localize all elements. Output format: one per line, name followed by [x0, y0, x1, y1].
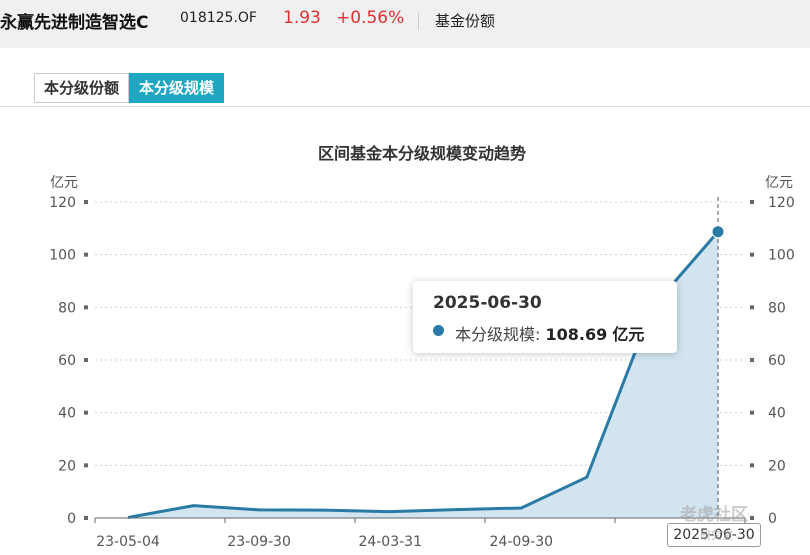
y-tick-label-left: 40 [58, 406, 76, 422]
y-tick-mark-right [750, 305, 754, 310]
tab-bar: 本分级份额 本分级规模 [34, 73, 225, 103]
y-tick-mark-right [750, 200, 754, 204]
y-tick-mark-right [750, 516, 754, 520]
y-tick-label-right: 0 [768, 511, 777, 527]
x-tick-label: 23-09-30 [227, 534, 291, 550]
y-tick-label-right: 20 [768, 458, 786, 474]
y-tick-label-right: 100 [768, 248, 795, 264]
fund-code: 018125.OF [180, 10, 257, 26]
tooltip-unit: 亿元 [612, 325, 645, 344]
y-tick-mark-right [750, 252, 754, 257]
tab-class-scale[interactable]: 本分级规模 [129, 73, 225, 103]
x-axis: 23-05-04 23-09-30 24-03-31 24-09-30 [94, 517, 746, 550]
watermark-logo: 老虎社区 [680, 505, 748, 525]
tooltip-series-dot [433, 325, 444, 336]
y-tick-mark-right [750, 358, 754, 362]
section-title: 基金份额 [435, 12, 496, 30]
x-tick-label: 23-05-04 [96, 534, 160, 550]
y-tick-label-right: 80 [768, 300, 786, 316]
y-tick-label-right: 120 [768, 195, 795, 211]
y-tick-mark-left [84, 516, 88, 520]
fund-change: +0.56% [336, 8, 405, 28]
header-separator [418, 12, 419, 30]
y-unit-right: 亿元 [765, 175, 793, 191]
y-tick-mark-right [750, 463, 754, 468]
y-tick-label-left: 60 [58, 353, 76, 369]
fund-price: 1.93 [283, 8, 321, 28]
y-tick-mark-left [84, 410, 88, 415]
tooltip-date: 2025-06-30 [433, 293, 542, 313]
y-tick-mark-left [84, 252, 88, 257]
highlighted-point [711, 225, 725, 239]
y-tick-label-left: 0 [67, 511, 76, 527]
y-tick-mark-left [84, 200, 88, 204]
fund-header: 永赢先进制造智选C 018125.OF 1.93 +0.56% 基金份额 [0, 0, 810, 48]
series-points [711, 225, 725, 239]
fund-name: 永赢先进制造智选C [0, 13, 149, 33]
y-tick-label-left: 120 [49, 195, 76, 211]
y-tick-label-left: 80 [58, 300, 76, 316]
scale-trend-chart: 区间基金本分级规模变动趋势 亿元 亿元 0 0 20 20 40 40 60 60 80 80 10… [49, 144, 795, 550]
chart-tooltip: 2025-06-30 本分级规模: 108.69 亿元 [413, 281, 677, 353]
tooltip-series-label: 本分级规模: [455, 325, 541, 344]
y-unit-left: 亿元 [50, 175, 78, 191]
tooltip-value: 108.69 [545, 325, 608, 344]
y-tick-mark-left [84, 305, 88, 310]
chart-title: 区间基金本分级规模变动趋势 [318, 144, 526, 163]
y-tick-label-right: 40 [768, 406, 786, 422]
tab-class-shares[interactable]: 本分级份额 [34, 73, 130, 103]
y-tick-mark-right [750, 410, 754, 415]
y-tick-label-left: 20 [58, 458, 76, 474]
tooltip-row: 本分级规模: 108.69 亿元 [455, 321, 644, 345]
watermark-sub: 研究室 [700, 529, 733, 542]
series-area [128, 231, 718, 518]
y-tick-label-right: 60 [768, 353, 786, 369]
y-tick-mark-left [84, 358, 88, 362]
x-tick-label: 24-09-30 [490, 534, 554, 550]
x-tick-label: 24-03-31 [358, 534, 422, 550]
y-tick-mark-left [84, 463, 88, 468]
y-tick-label-left: 100 [49, 248, 76, 264]
